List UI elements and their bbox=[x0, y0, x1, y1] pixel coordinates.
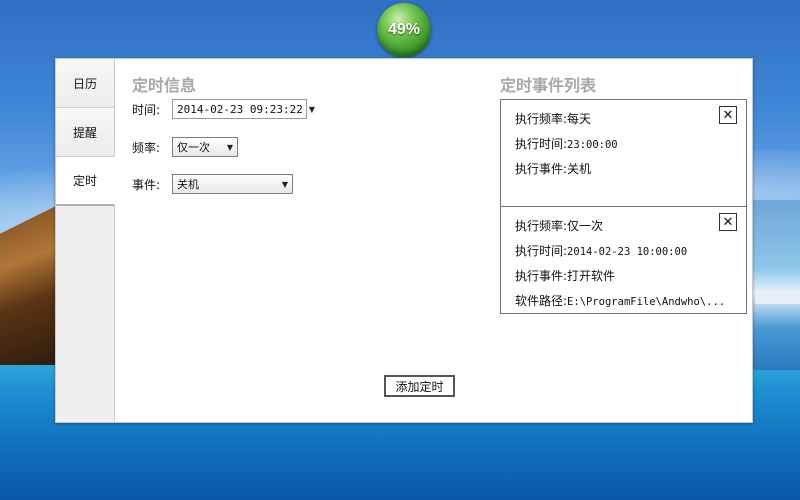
background-resort bbox=[752, 200, 800, 370]
time-picker[interactable]: 2014-02-23 09:23:22 ▼ bbox=[172, 99, 315, 119]
event-time: 执行时间:2014-02-23 10:00:00 bbox=[515, 242, 687, 259]
tab-reminder[interactable]: 提醒 bbox=[56, 108, 114, 157]
event-frequency: 执行频率:仅一次 bbox=[515, 217, 603, 234]
tab-calendar-label: 日历 bbox=[72, 76, 97, 91]
event-time-value: 2014-02-23 10:00:00 bbox=[567, 246, 688, 258]
event-action-label: 执行事件: bbox=[515, 269, 568, 283]
event-frequency-value: 每天 bbox=[567, 112, 592, 126]
chevron-down-icon: ▼ bbox=[226, 142, 233, 152]
content-panel: 定时信息 时间: 2014-02-23 09:23:22 ▼ 频率: 仅一次 ▼… bbox=[115, 59, 752, 422]
time-value: 2014-02-23 09:23:22 bbox=[177, 102, 303, 116]
tab-timer[interactable]: 定时 bbox=[56, 157, 115, 206]
event-action-value: 打开软件 bbox=[567, 269, 616, 283]
event-value: 关机 bbox=[177, 178, 199, 191]
event-card: ✕ 执行频率:每天 执行时间:23:00:00 执行事件:关机 bbox=[500, 99, 747, 207]
event-frequency-label: 执行频率: bbox=[515, 219, 568, 233]
frequency-value: 仅一次 bbox=[177, 141, 210, 154]
event-frequency: 执行频率:每天 bbox=[515, 110, 591, 127]
event-frequency-value: 仅一次 bbox=[567, 219, 604, 233]
event-path: 软件路径:E:\ProgramFile\Andwho\... bbox=[515, 292, 725, 309]
event-card: ✕ 执行频率:仅一次 执行时间:2014-02-23 10:00:00 执行事件… bbox=[500, 206, 747, 314]
background-umbrella bbox=[755, 290, 800, 304]
frequency-row: 频率: 仅一次 ▼ bbox=[132, 137, 238, 157]
time-row: 时间: 2014-02-23 09:23:22 ▼ bbox=[132, 99, 315, 119]
chevron-down-icon: ▼ bbox=[281, 179, 288, 189]
event-path-value: E:\ProgramFile\Andwho\... bbox=[567, 296, 726, 308]
frequency-label: 频率: bbox=[132, 140, 161, 155]
event-time-label: 执行时间: bbox=[515, 137, 568, 151]
event-select[interactable]: 关机 ▼ bbox=[172, 174, 293, 194]
event-path-label: 软件路径: bbox=[515, 294, 568, 308]
event-row: 事件: 关机 ▼ bbox=[132, 174, 293, 194]
tab-reminder-label: 提醒 bbox=[72, 125, 97, 140]
tab-calendar[interactable]: 日历 bbox=[56, 59, 114, 108]
event-label: 事件: bbox=[132, 177, 161, 192]
event-frequency-label: 执行频率: bbox=[515, 112, 568, 126]
event-list-title: 定时事件列表 bbox=[500, 76, 597, 95]
event-action: 执行事件:关机 bbox=[515, 160, 591, 177]
frequency-select[interactable]: 仅一次 ▼ bbox=[172, 137, 238, 157]
timer-info-title: 定时信息 bbox=[132, 76, 197, 95]
battery-percent: 49% bbox=[387, 21, 421, 38]
time-label: 时间: bbox=[132, 102, 161, 117]
close-icon[interactable]: ✕ bbox=[719, 213, 737, 231]
scheduler-window: 日历 提醒 定时 定时信息 时间: 2014-02-23 09:23:22 ▼ … bbox=[55, 58, 753, 423]
battery-orb[interactable]: 49% bbox=[377, 3, 431, 57]
event-time-value: 23:00:00 bbox=[567, 139, 618, 151]
chevron-down-icon: ▼ bbox=[308, 104, 315, 114]
event-time: 执行时间:23:00:00 bbox=[515, 135, 618, 152]
event-action: 执行事件:打开软件 bbox=[515, 267, 615, 284]
add-timer-button[interactable]: 添加定时 bbox=[384, 375, 455, 397]
event-action-label: 执行事件: bbox=[515, 162, 568, 176]
close-icon[interactable]: ✕ bbox=[719, 106, 737, 124]
sidebar: 日历 提醒 定时 bbox=[56, 59, 115, 422]
tab-timer-label: 定时 bbox=[72, 174, 97, 188]
event-action-value: 关机 bbox=[567, 162, 592, 176]
event-time-label: 执行时间: bbox=[515, 244, 568, 258]
